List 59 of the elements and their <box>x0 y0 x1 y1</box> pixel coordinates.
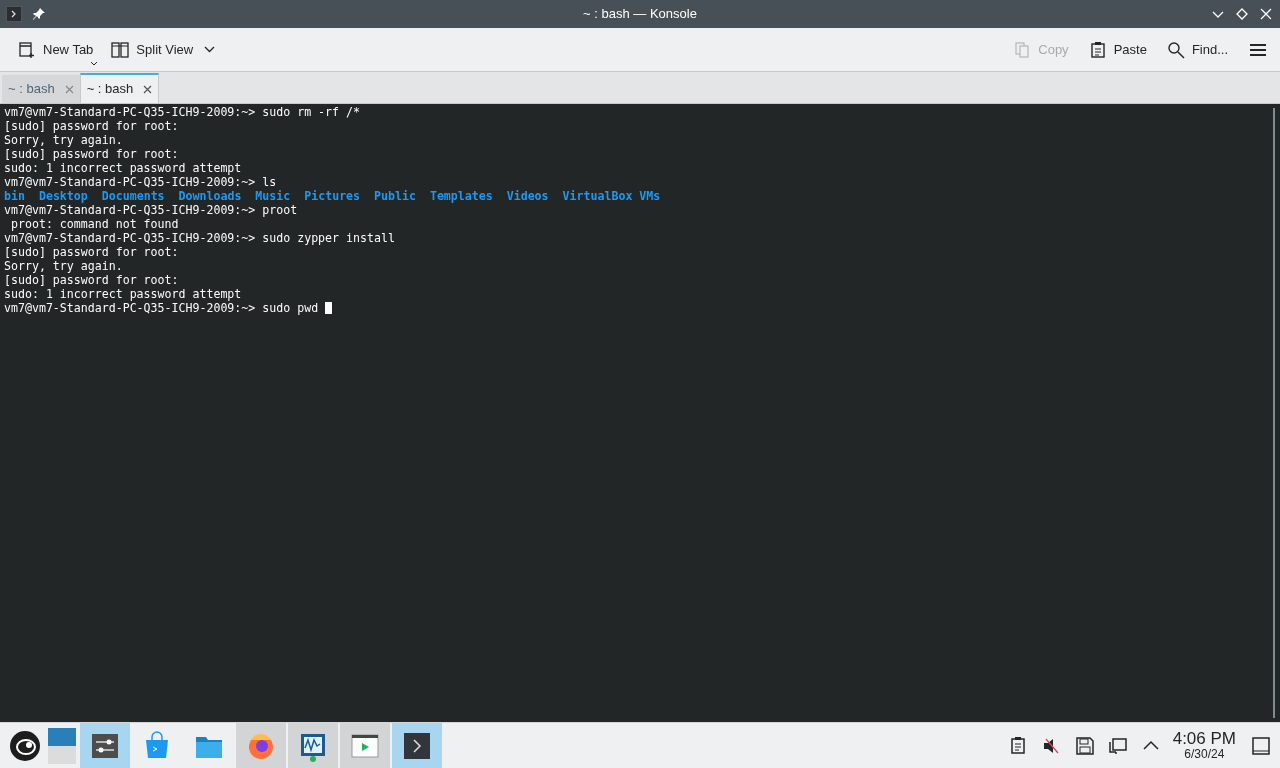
taskbar-button[interactable] <box>236 723 286 768</box>
command-text: proot <box>262 203 298 217</box>
toolbar-button[interactable]: New Tab <box>14 34 98 65</box>
caret-icon <box>204 46 216 53</box>
launcher-icon[interactable] <box>9 729 41 762</box>
new-tab-icon <box>18 40 36 59</box>
caret-icon <box>90 60 99 66</box>
network-icon[interactable] <box>1107 735 1128 756</box>
maximize-icon[interactable] <box>1236 8 1248 20</box>
command-text: sudo pwd <box>262 301 319 315</box>
directory-name: Public <box>374 189 416 203</box>
copy-icon <box>1013 40 1032 59</box>
output-text: Sorry, try again. <box>4 259 123 273</box>
taskbar-button[interactable] <box>288 723 338 768</box>
output-text: [sudo] password for root: <box>4 245 179 259</box>
tab[interactable]: ~ : bash <box>2 75 80 103</box>
output-text: Sorry, try again. <box>4 133 123 147</box>
command-text: sudo rm -rf /* <box>262 105 360 119</box>
directory-name: Pictures <box>304 189 361 203</box>
close-icon[interactable] <box>143 84 153 94</box>
toolbar-button[interactable]: Split View <box>107 34 220 65</box>
taskbar-button[interactable] <box>80 723 130 768</box>
directory-name: bin <box>4 189 25 203</box>
output-text: sudo: 1 incorrect password attempt <box>4 287 242 301</box>
paste-icon <box>1088 40 1107 59</box>
directory-name: Downloads <box>178 189 242 203</box>
command-text: sudo zypper install <box>262 231 395 245</box>
output-text: proot: command not found <box>9 217 179 231</box>
taskbar-button[interactable] <box>340 723 390 768</box>
search-icon <box>1166 40 1185 59</box>
window-title: ~ : bash — Konsole <box>582 5 698 24</box>
show-desktop-icon[interactable] <box>1252 736 1270 755</box>
shell-prompt: vm7@vm7-Standard-PC-Q35-ICH9-2009:~> <box>4 105 256 119</box>
output-text: [sudo] password for root: <box>4 147 179 161</box>
toolbar-button[interactable]: Paste <box>1084 34 1151 65</box>
directory-name: Music <box>255 189 291 203</box>
output-text: [sudo] password for root: <box>4 273 179 287</box>
shell-prompt: vm7@vm7-Standard-PC-Q35-ICH9-2009:~> <box>4 203 256 217</box>
pin-icon[interactable] <box>32 7 46 21</box>
menu-icon[interactable] <box>1250 42 1266 57</box>
taskbar-button[interactable] <box>392 723 442 768</box>
split-view-icon <box>111 40 130 59</box>
clock-time[interactable]: 4:06 PM <box>1172 730 1236 748</box>
directory-name: Desktop <box>38 189 88 203</box>
clock-date[interactable]: 6/30/24 <box>1184 748 1225 761</box>
output-text: sudo: 1 incorrect password attempt <box>4 161 242 175</box>
directory-name: Videos <box>506 189 549 203</box>
terminal-icon <box>6 6 22 22</box>
toolbar-button[interactable]: Find... <box>1162 34 1232 65</box>
output-text: [sudo] password for root: <box>4 119 179 133</box>
directory-name: VirtualBox VMs <box>562 189 661 203</box>
shell-prompt: vm7@vm7-Standard-PC-Q35-ICH9-2009:~> <box>4 301 256 315</box>
shell-prompt: vm7@vm7-Standard-PC-Q35-ICH9-2009:~> <box>4 231 256 245</box>
command-text: ls <box>262 175 277 189</box>
shell-prompt: vm7@vm7-Standard-PC-Q35-ICH9-2009:~> <box>4 175 256 189</box>
directory-name: Documents <box>101 189 165 203</box>
desktop-pager[interactable] <box>48 727 76 764</box>
directory-name: Templates <box>429 189 493 203</box>
tab[interactable]: ~ : bash <box>79 73 160 103</box>
